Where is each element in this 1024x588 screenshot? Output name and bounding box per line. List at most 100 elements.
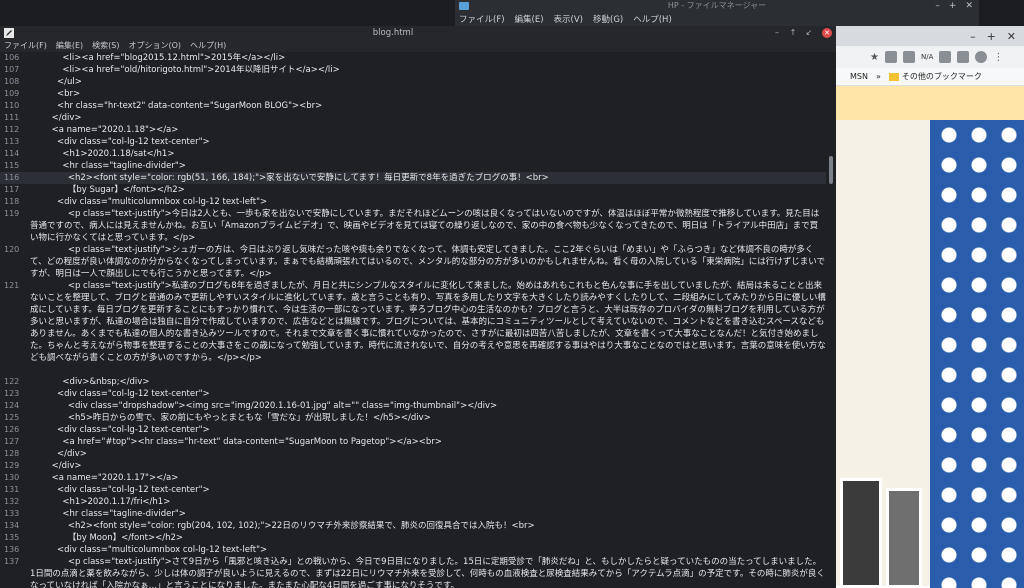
- code-line[interactable]: 125 <h5>昨日からの雪で、家の前にもやっとまともな「雪だな」が出現しました…: [0, 412, 826, 424]
- line-text[interactable]: <h1>2020.1.18/sat</h1>: [30, 148, 174, 160]
- fm-menu-go[interactable]: 移動(G): [593, 13, 623, 25]
- code-line[interactable]: 132 <h1>2020.1.17/fri</h1>: [0, 496, 826, 508]
- line-text[interactable]: 【by Sugar】</font></h2>: [30, 184, 185, 196]
- line-text[interactable]: <p class="text-justify">私達のブログも8年を過ぎましたが…: [30, 280, 826, 376]
- code-line[interactable]: 117 【by Sugar】</font></h2>: [0, 184, 826, 196]
- line-text[interactable]: <div class="col-lg-12 text-center">: [30, 136, 210, 148]
- code-text-area[interactable]: 106 <li><a href="blog2015.12.html">2015年…: [0, 52, 826, 588]
- line-text[interactable]: <a href="#top"><hr class="hr-text" data-…: [30, 436, 441, 448]
- code-line[interactable]: 122 <div>&nbsp;</div>: [0, 376, 826, 388]
- line-text[interactable]: <h5>昨日からの雪で、家の前にもやっとまともな「雪だな」が出現しました！</h…: [30, 412, 431, 424]
- code-line[interactable]: 113 <div class="col-lg-12 text-center">: [0, 136, 826, 148]
- maximize-button[interactable]: +: [949, 1, 957, 11]
- fm-menu-file[interactable]: ファイル(F): [459, 13, 505, 25]
- line-text[interactable]: <h1>2020.1.17/fri</h1>: [30, 496, 170, 508]
- line-text[interactable]: </div>: [30, 112, 82, 124]
- close-button[interactable]: ✕: [965, 1, 973, 11]
- line-text[interactable]: <div class="col-lg-12 text-center">: [30, 484, 210, 496]
- code-line[interactable]: 133 <hr class="tagline-divider">: [0, 508, 826, 520]
- code-line[interactable]: 131 <div class="col-lg-12 text-center">: [0, 484, 826, 496]
- code-line[interactable]: 134 <h2><font style="color: rgb(204, 102…: [0, 520, 826, 532]
- code-line[interactable]: 130 <a name="2020.1.17"></a>: [0, 472, 826, 484]
- line-number: 123: [4, 389, 20, 398]
- line-text[interactable]: 【by Moon】</font></h2>: [30, 532, 183, 544]
- code-line[interactable]: 137 <p class="text-justify">さて9日から「風邪と咳き…: [0, 556, 826, 588]
- fm-menu-view[interactable]: 表示(V): [554, 13, 583, 25]
- menu-edit[interactable]: 編集(E): [56, 40, 83, 52]
- line-number: 108: [4, 77, 20, 86]
- line-text[interactable]: <h2><font style="color: rgb(51, 166, 184…: [30, 172, 549, 184]
- code-line[interactable]: 115 <hr class="tagline-divider">: [0, 160, 826, 172]
- extension-icon[interactable]: [939, 51, 952, 63]
- code-line[interactable]: 128 </div>: [0, 448, 826, 460]
- code-line[interactable]: 106 <li><a href="blog2015.12.html">2015年…: [0, 52, 826, 64]
- code-line[interactable]: 110 <hr class="hr-text2" data-content="S…: [0, 100, 826, 112]
- line-text[interactable]: <a name="2020.1.18"></a>: [30, 124, 179, 136]
- line-text[interactable]: <a name="2020.1.17"></a>: [30, 472, 179, 484]
- code-line[interactable]: 107 <li><a href="old/hitorigoto.html">20…: [0, 64, 826, 76]
- code-line[interactable]: 116 <h2><font style="color: rgb(51, 166,…: [0, 172, 826, 184]
- vertical-scrollbar[interactable]: [828, 52, 834, 588]
- menu-icon[interactable]: ⋮: [993, 52, 1003, 63]
- code-line[interactable]: 129 </div>: [0, 460, 826, 472]
- minimize-button[interactable]: –: [935, 1, 940, 11]
- code-line[interactable]: 118 <div class="multicolumnbox col-lg-12…: [0, 196, 826, 208]
- code-line[interactable]: 119 <p class="text-justify">今日は2人とも、一歩も家…: [0, 208, 826, 244]
- line-text[interactable]: <p class="text-justify">さて9日から「風邪と咳き込み」と…: [30, 556, 826, 588]
- code-line[interactable]: 124 <div class="dropshadow"><img src="im…: [0, 400, 826, 412]
- line-text[interactable]: <hr class="tagline-divider">: [30, 508, 185, 520]
- code-line[interactable]: 135 【by Moon】</font></h2>: [0, 532, 826, 544]
- code-line[interactable]: 112 <a name="2020.1.18"></a>: [0, 124, 826, 136]
- code-line[interactable]: 123 <div class="col-lg-12 text-center">: [0, 388, 826, 400]
- code-line[interactable]: 108 </ul>: [0, 76, 826, 88]
- code-line[interactable]: 121 <p class="text-justify">私達のブログも8年を過ぎ…: [0, 280, 826, 376]
- line-text[interactable]: </div>: [30, 460, 82, 472]
- line-text[interactable]: <div class="multicolumnbox col-lg-12 tex…: [30, 196, 267, 208]
- fm-menu-edit[interactable]: 編集(E): [515, 13, 544, 25]
- raise-button[interactable]: ↑: [786, 26, 800, 40]
- profile-icon[interactable]: [975, 51, 988, 63]
- browser-minimize-button[interactable]: –: [970, 30, 976, 43]
- browser-close-button[interactable]: ✕: [1007, 30, 1016, 43]
- line-text[interactable]: <hr class="hr-text2" data-content="Sugar…: [30, 100, 322, 112]
- code-line[interactable]: 120 <p class="text-justify">シュガーの方は、今日はぶ…: [0, 244, 826, 280]
- bookmark-other[interactable]: その他のブックマーク: [888, 71, 982, 82]
- menu-help[interactable]: ヘルプ(H): [190, 40, 226, 52]
- line-text[interactable]: <p class="text-justify">今日は2人とも、一歩も家を出ない…: [30, 208, 826, 244]
- menu-search[interactable]: 検索(S): [92, 40, 119, 52]
- code-line[interactable]: 127 <a href="#top"><hr class="hr-text" d…: [0, 436, 826, 448]
- line-text[interactable]: </ul>: [30, 76, 82, 88]
- line-text[interactable]: <li><a href="blog2015.12.html">2015年</a>…: [30, 52, 285, 64]
- line-text[interactable]: <div class="dropshadow"><img src="img/20…: [30, 400, 497, 412]
- fm-menu-help[interactable]: ヘルプ(H): [633, 13, 672, 25]
- line-text[interactable]: <div class="col-lg-12 text-center">: [30, 424, 210, 436]
- scrollbar-thumb[interactable]: [829, 156, 833, 184]
- line-text[interactable]: <h2><font style="color: rgb(204, 102, 10…: [30, 520, 535, 532]
- minimize-button[interactable]: –: [770, 26, 784, 40]
- line-text[interactable]: </div>: [30, 448, 87, 460]
- line-text[interactable]: <p class="text-justify">シュガーの方は、今日はぶり返し気…: [30, 244, 826, 280]
- browser-maximize-button[interactable]: +: [987, 30, 996, 43]
- close-button[interactable]: ✕: [822, 28, 832, 38]
- line-text[interactable]: <div class="multicolumnbox col-lg-12 tex…: [30, 544, 267, 556]
- extension-badge[interactable]: N/A: [921, 53, 933, 61]
- line-text[interactable]: <br>: [30, 88, 80, 100]
- restore-button[interactable]: ↙: [802, 26, 816, 40]
- code-line[interactable]: 114 <h1>2020.1.18/sat</h1>: [0, 148, 826, 160]
- star-icon[interactable]: ★: [870, 52, 879, 63]
- line-text[interactable]: <hr class="tagline-divider">: [30, 160, 185, 172]
- extension-icon[interactable]: [884, 51, 897, 63]
- bookmarks-overflow[interactable]: »: [876, 72, 881, 81]
- code-line[interactable]: 111 </div>: [0, 112, 826, 124]
- line-text[interactable]: <div class="col-lg-12 text-center">: [30, 388, 210, 400]
- bookmark-msn[interactable]: MSN: [850, 72, 868, 81]
- code-line[interactable]: 109 <br>: [0, 88, 826, 100]
- line-text[interactable]: <li><a href="old/hitorigoto.html">2014年以…: [30, 64, 339, 76]
- extension-icon[interactable]: [902, 51, 915, 63]
- code-line[interactable]: 126 <div class="col-lg-12 text-center">: [0, 424, 826, 436]
- line-text[interactable]: <div>&nbsp;</div>: [30, 376, 149, 388]
- code-line[interactable]: 136 <div class="multicolumnbox col-lg-12…: [0, 544, 826, 556]
- menu-options[interactable]: オプション(O): [128, 40, 181, 52]
- menu-file[interactable]: ファイル(F): [4, 40, 47, 52]
- extension-icon[interactable]: [957, 51, 970, 63]
